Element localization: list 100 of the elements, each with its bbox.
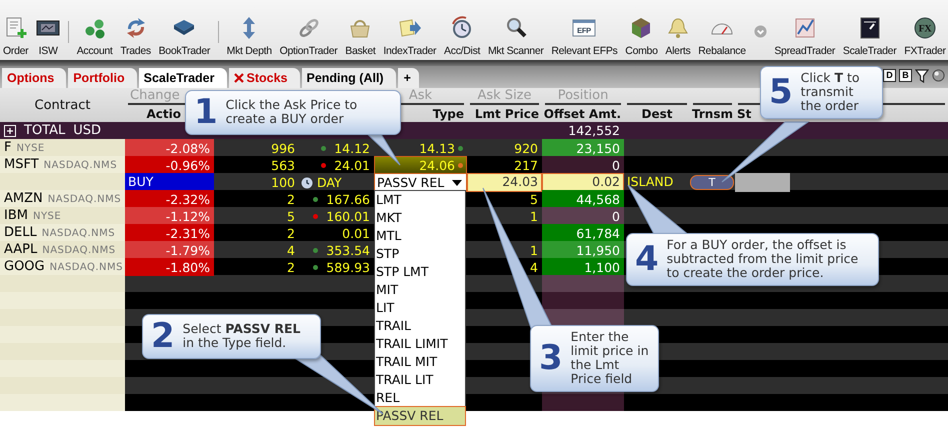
tab[interactable]: ScaleTrader <box>138 68 226 88</box>
step-number: 3 <box>539 341 563 375</box>
toolbar-button[interactable]: Mkt Scanner <box>488 16 544 57</box>
toolbar-button[interactable]: Account <box>76 16 113 57</box>
dropdown-option[interactable]: TRAIL <box>375 317 465 335</box>
dropdown-option[interactable]: MIT <box>375 281 465 299</box>
toolbar-button[interactable]: Acc/Dist <box>444 16 480 57</box>
input-field[interactable]: 24.03 <box>467 173 542 192</box>
type-dropdown[interactable]: PASSV REL <box>374 173 467 192</box>
dropdown-option[interactable]: MKT <box>375 209 465 227</box>
currency-label: USD <box>73 122 102 139</box>
tab[interactable]: Portfolio <box>68 68 137 88</box>
symbol-text: GOOG <box>4 258 45 275</box>
table-cell-text: 2 <box>286 258 296 276</box>
toolbar-button[interactable]: Mkt Depth <box>226 16 272 57</box>
toolbar-button[interactable]: D <box>883 69 896 82</box>
symbol-text: F <box>4 139 12 156</box>
exchange-text: NASDAQ.NMS <box>42 244 116 258</box>
dropdown-option[interactable]: LIT <box>375 299 465 317</box>
toolbar-button[interactable]: FX FXTrader <box>904 16 946 57</box>
column-group-header: Ask Size <box>477 88 532 103</box>
exchange-text: NYSE <box>16 142 45 156</box>
callout-text: Enter the limit price in the Lmt Price field <box>570 330 649 386</box>
price-text: 0.01 <box>342 224 370 242</box>
exchange-text: NASDAQ.NMS <box>42 227 116 241</box>
chart-icon <box>792 16 817 40</box>
callout-text: Click the Ask Price to create a BUY order <box>226 98 358 126</box>
price-text: 160.01 <box>326 208 370 224</box>
ball-icon[interactable] <box>932 69 945 82</box>
column-header[interactable]: Lmt Price <box>474 106 539 120</box>
callout-text: Click T to transmit the order <box>800 71 860 113</box>
toolbar-button[interactable]: Alerts <box>665 16 690 57</box>
price-text: 167.66 <box>326 190 370 208</box>
exchange-text: NASDAQ.NMS <box>48 193 122 207</box>
table-cell-text: 1 <box>529 208 539 225</box>
toolbar-button[interactable]: IndexTrader <box>383 16 436 57</box>
column-header[interactable]: Contract <box>34 98 90 112</box>
table-cell: -1.79% <box>125 241 214 259</box>
symbol-text: MSFT <box>4 156 39 173</box>
toolbar-button[interactable]: ScaleTrader <box>842 16 896 57</box>
table-cell-text: 996 <box>270 140 296 157</box>
symbol-text: AAPL <box>4 241 38 258</box>
bell-icon <box>666 16 690 40</box>
column-group-header: Change <box>130 88 180 103</box>
toolbar-button[interactable]: Trades <box>120 16 151 57</box>
toolbar-button[interactable]: Combo <box>625 16 658 57</box>
tab[interactable]: Pending (All) <box>302 68 396 88</box>
column-header[interactable]: Type <box>432 106 464 120</box>
toolbar-button[interactable]: Rebalance <box>698 16 746 57</box>
price-text: 24.01 <box>334 156 370 174</box>
table-cell-text: 142,552 <box>567 122 621 139</box>
table-cell: 11,950 <box>542 241 624 259</box>
toolbar-button[interactable]: OptionTrader <box>280 16 338 57</box>
column-header[interactable]: St <box>737 106 752 120</box>
column-group-header: Position <box>558 88 608 103</box>
dropdown-option[interactable]: TRAIL LIT <box>375 371 465 389</box>
column-header[interactable]: Offset Amt. <box>544 106 621 120</box>
table-cell-text: 5 <box>529 190 539 208</box>
column-header[interactable]: Actio <box>146 106 181 120</box>
table-cell: 1,100 <box>542 258 624 276</box>
table-cell-text: 100 <box>270 174 296 192</box>
callout-text: Select PASSV REL in the Type field. <box>182 322 302 350</box>
toolbar-button[interactable]: SpreadTrader <box>774 16 836 57</box>
dropdown-option[interactable]: REL <box>375 389 465 407</box>
clock-icon <box>301 176 313 188</box>
toolbar-button[interactable]: ISW <box>36 16 60 57</box>
table-cell: DAY <box>317 174 342 191</box>
table-cell-text: ISLAND <box>626 173 674 191</box>
price-text: 589.93 <box>326 258 370 276</box>
expand-icon[interactable] <box>4 124 16 136</box>
dropdown-option[interactable]: STP LMT <box>375 263 465 281</box>
filter-icon[interactable] <box>915 68 929 82</box>
column-header[interactable]: Trnsm <box>692 106 733 120</box>
new-tab-button[interactable]: + <box>398 68 419 88</box>
toolbar-button[interactable]: Basket <box>345 16 376 57</box>
transmit-button[interactable]: T <box>690 175 734 190</box>
status-cell <box>735 173 790 192</box>
dropdown-option[interactable]: LMT <box>375 191 465 209</box>
table-cell-text: 4 <box>286 242 296 259</box>
toolbar-button[interactable]: B <box>899 69 912 82</box>
dropdown-option[interactable]: PASSV REL <box>375 407 465 425</box>
price-text: 24.06 <box>419 156 455 174</box>
total-label: TOTAL <box>24 122 66 139</box>
step-number: 5 <box>769 75 793 109</box>
toolbar-button[interactable]: BookTrader <box>158 16 210 57</box>
dropdown-option[interactable]: TRAIL MIT <box>375 353 465 371</box>
dropdown-option[interactable]: TRAIL LIMIT <box>375 335 465 353</box>
step-number: 2 <box>151 319 175 353</box>
close-icon[interactable] <box>234 73 244 83</box>
dropdown-option[interactable]: MTL <box>375 227 465 245</box>
caret-icon <box>452 180 462 186</box>
column-header[interactable]: Dest <box>642 106 672 120</box>
dropdown-option[interactable]: STP <box>375 245 465 263</box>
toolbar-button[interactable]: Order <box>3 16 28 57</box>
column-group-header: Ask <box>408 88 432 103</box>
tab[interactable]: Stocks <box>228 68 300 88</box>
exchange-text: NYSE <box>32 210 62 224</box>
tab[interactable]: Options <box>2 68 66 88</box>
table-cell: -1.12% <box>125 207 214 225</box>
table-cell: 61,784 <box>542 224 624 242</box>
